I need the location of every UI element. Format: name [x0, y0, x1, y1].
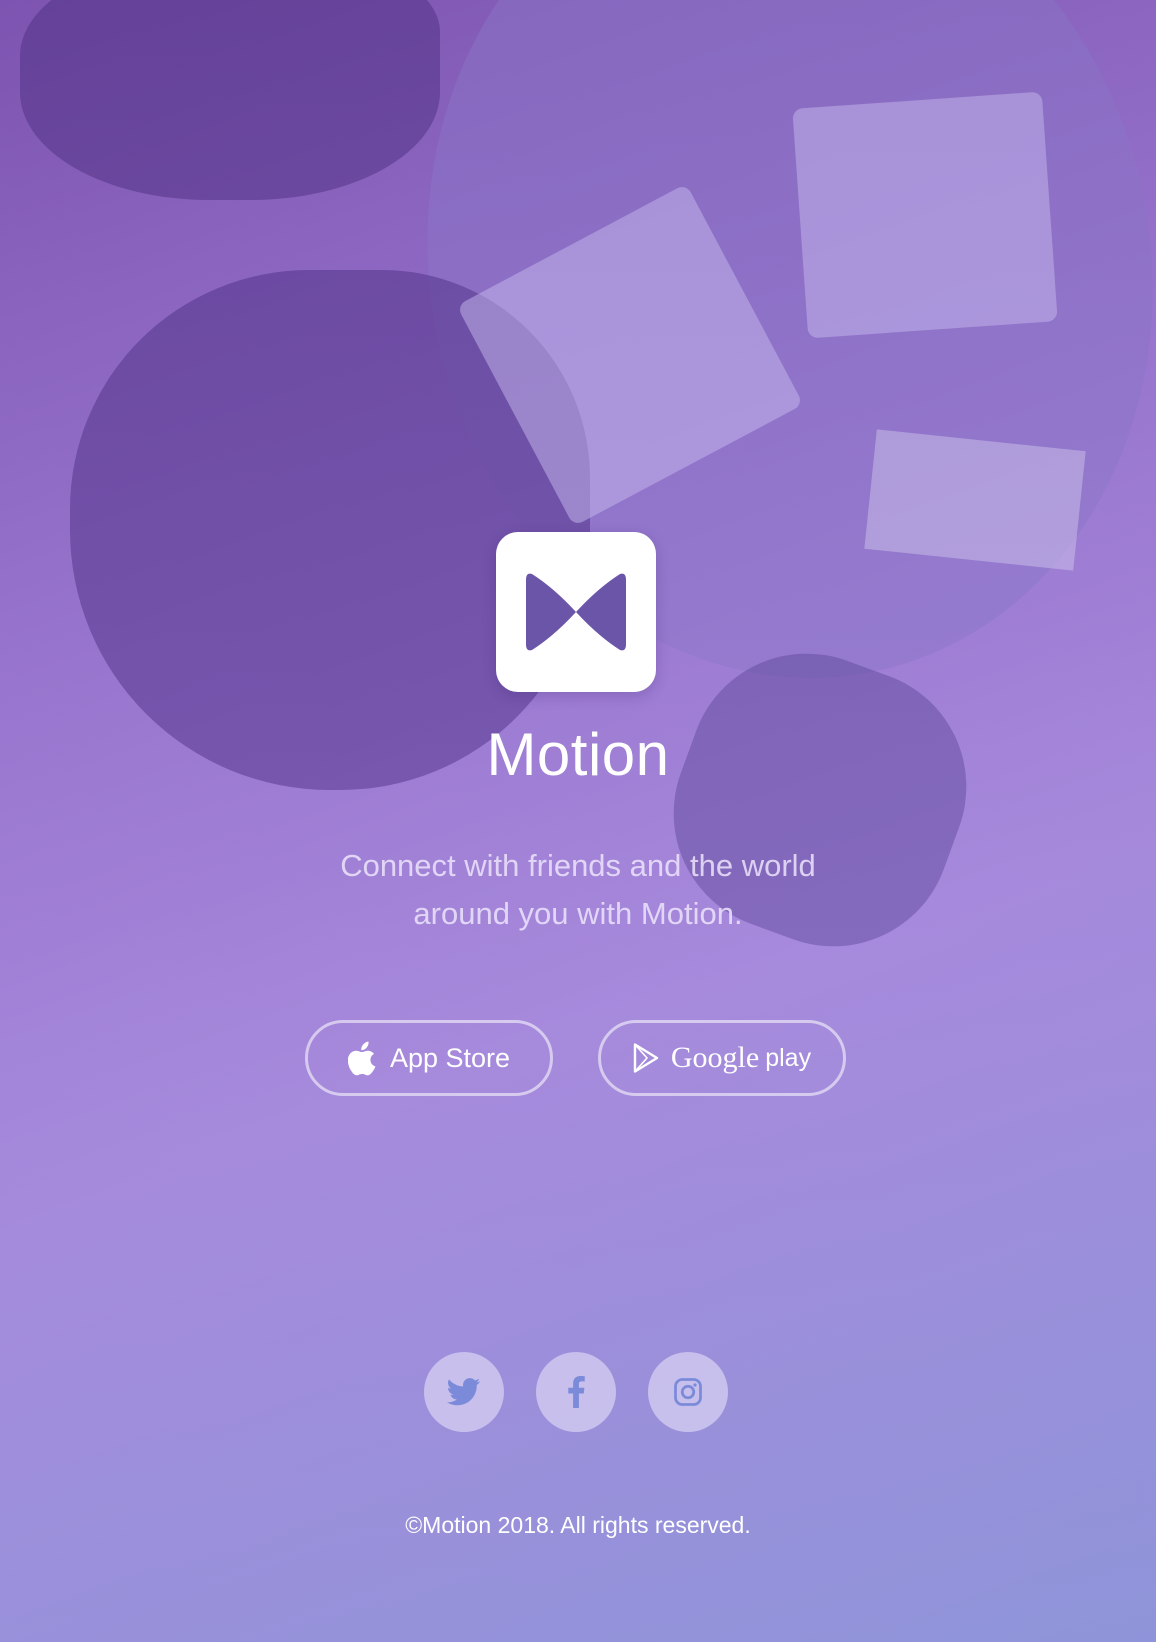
- google-play-button[interactable]: Google play: [598, 1020, 846, 1096]
- app-title: Motion: [486, 721, 670, 788]
- app-store-button[interactable]: App Store: [305, 1020, 553, 1096]
- google-play-suffix: play: [765, 1043, 812, 1072]
- instagram-button[interactable]: [648, 1352, 728, 1432]
- twitter-icon: [447, 1378, 481, 1406]
- hero-content: Motion Connect with friends and the worl…: [0, 0, 1156, 1642]
- instagram-icon: [674, 1378, 702, 1406]
- google-play-label: Google: [670, 1041, 760, 1074]
- facebook-icon: [568, 1376, 585, 1408]
- app-tagline: Connect with friends and the world aroun…: [340, 848, 816, 931]
- app-logo: [496, 532, 656, 692]
- landing-page: Motion Connect with friends and the worl…: [0, 0, 1156, 1642]
- apple-icon: [347, 1040, 378, 1076]
- facebook-button[interactable]: [536, 1352, 616, 1432]
- play-store-icon: [633, 1043, 659, 1073]
- copyright-text: ©Motion 2018. All rights reserved.: [405, 1512, 751, 1538]
- bowtie-logo-icon: [526, 573, 626, 651]
- app-store-label: App Store: [389, 1042, 511, 1073]
- twitter-button[interactable]: [424, 1352, 504, 1432]
